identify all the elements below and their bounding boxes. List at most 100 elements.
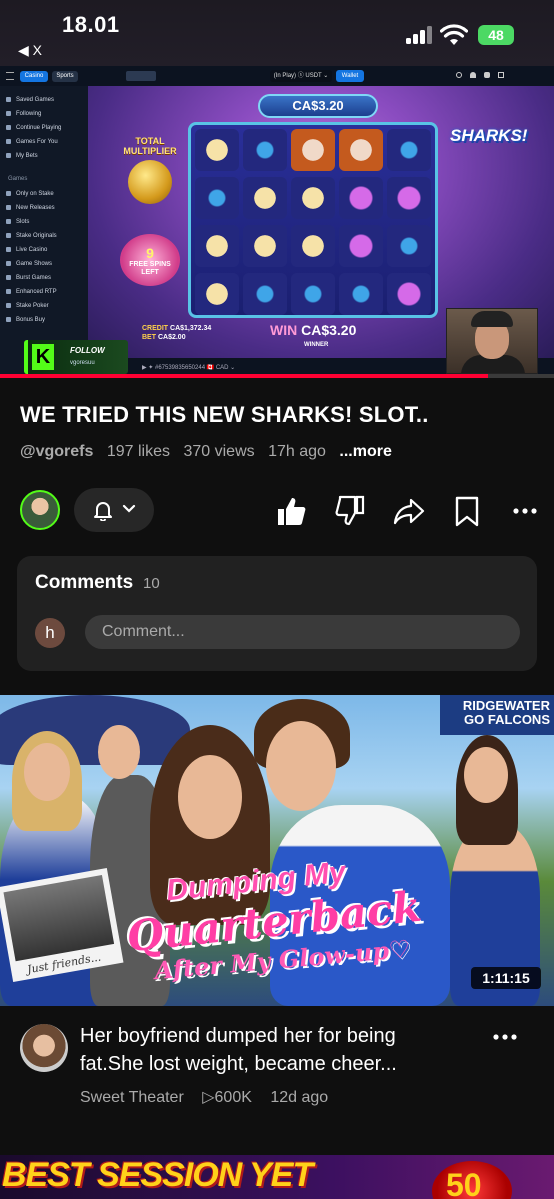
share-icon[interactable] [392, 494, 426, 528]
multiplier-coin-icon [128, 160, 172, 204]
comment-input[interactable]: Comment... [85, 615, 520, 649]
dislike-icon[interactable] [334, 494, 368, 528]
chat-icon [498, 72, 504, 78]
action-bar [0, 486, 554, 534]
sidebar-item: Only on Stake [6, 188, 54, 200]
polaroid-image [3, 874, 115, 962]
next-video-channel: Sweet Theater [80, 1089, 184, 1106]
menu-icon [6, 72, 14, 80]
like-count: 197 likes [106, 443, 171, 460]
sidebar-item: Game Shows [6, 258, 52, 270]
channel-avatar[interactable] [20, 1024, 68, 1072]
tab-sports: Sports [52, 71, 78, 82]
banner-text: BEST SESSION YET [2, 1156, 313, 1194]
shark-symbol [339, 129, 383, 171]
slot-reels [188, 122, 438, 318]
user-avatar: h [35, 618, 65, 648]
seahorse-symbol [243, 273, 287, 315]
bell-icon [484, 72, 490, 78]
search-icon [456, 72, 462, 78]
sidebar-item: Burst Games [6, 272, 51, 284]
video-player[interactable]: Casino Sports (In Play) ⓢ USDT ⌄ Wallet … [0, 66, 554, 378]
credit-value: CA$1,372.34 [170, 325, 212, 332]
pufferfish-symbol [243, 225, 287, 267]
save-icon[interactable] [450, 494, 484, 528]
win-label: WIN [270, 322, 298, 338]
total-multiplier: TOTAL MULTIPLIER [110, 128, 190, 208]
sidebar-item: My Bets [6, 150, 38, 162]
more-options-icon[interactable] [508, 494, 542, 528]
battery-icon: 48 [478, 25, 514, 45]
face-image [266, 721, 336, 811]
sidebar-item: New Releases [6, 202, 55, 214]
pufferfish-symbol [195, 129, 239, 171]
win-amount: WIN CA$3.20 [270, 322, 356, 338]
comments-title: Comments [35, 572, 134, 593]
more-options-icon[interactable] [492, 1030, 518, 1044]
video-duration: 1:11:15 [471, 967, 541, 989]
like-icon[interactable] [274, 494, 308, 528]
sidebar-item: Saved Games [6, 94, 54, 106]
next-video-title[interactable]: Her boyfriend dumped her for being fat.S… [80, 1022, 480, 1078]
win-value: CA$3.20 [301, 322, 357, 338]
sharks-game-logo: SHARKS! [450, 126, 528, 145]
view-count: 370 views [183, 443, 255, 460]
pufferfish-symbol [195, 273, 239, 315]
back-to-app-link[interactable]: ◀ X [18, 42, 42, 59]
pufferfish-symbol [291, 225, 335, 267]
sidebar-item: Live Casino [6, 244, 47, 256]
sidebar-section-title: Games [8, 176, 28, 182]
banner-coin-text: 50 [446, 1167, 482, 1199]
sidebar-item: Slots [6, 216, 29, 228]
comments-count: 10 [143, 575, 160, 592]
jellyfish-symbol [339, 177, 383, 219]
follow-username: vgoresuu [70, 360, 95, 366]
face-image [98, 725, 140, 779]
polaroid-photo: Just friends... [0, 868, 124, 982]
free-spins-label: FREE SPINS LEFT [129, 261, 171, 276]
clock: 18.01 [62, 12, 120, 37]
credit-bet-info: CREDIT CA$1,372.34 BET CA$2.00 [142, 324, 211, 342]
total-multiplier-label: TOTAL MULTIPLIER [123, 136, 177, 156]
casino-sidebar: Saved Games Following Continue Playing G… [0, 86, 88, 378]
seahorse-symbol [387, 129, 431, 171]
next-video-thumbnail-partial[interactable]: BEST SESSION YET 50 [0, 1155, 554, 1199]
sidebar-item: Enhanced RTP [6, 286, 57, 298]
seahorse-symbol [291, 273, 335, 315]
balance-select: (In Play) ⓢ USDT ⌄ [270, 70, 332, 82]
shark-symbol [291, 129, 335, 171]
seahorse-symbol [243, 129, 287, 171]
face-image [24, 743, 70, 801]
user-icon [470, 72, 476, 78]
bell-icon [94, 502, 112, 521]
comments-panel[interactable]: Comments 10 h Comment... [17, 556, 537, 671]
next-video-title-line1: Her boyfriend dumped her for being [80, 1025, 396, 1047]
jellyfish-symbol [387, 177, 431, 219]
seahorse-symbol [339, 273, 383, 315]
topbar-icons [456, 72, 516, 80]
follow-label: FOLLOW [70, 346, 105, 355]
next-video-title-line2: fat.She lost weight, became cheer... [80, 1053, 397, 1075]
pufferfish-symbol [243, 177, 287, 219]
face-image [178, 755, 242, 839]
tab-casino: Casino [20, 71, 48, 82]
video-meta: @vgorefs 197 likes 370 views 17h ago ...… [20, 443, 401, 461]
pufferfish-symbol [195, 225, 239, 267]
sidebar-item: Stake Poker [6, 300, 49, 312]
face-image [464, 747, 508, 803]
banner-coin-image: 50 [432, 1161, 512, 1199]
next-video-thumbnail[interactable]: RIDGEWATER GO FALCONS Just friends... Du… [0, 695, 554, 1006]
casino-topbar: Casino Sports (In Play) ⓢ USDT ⌄ Wallet [0, 66, 554, 86]
free-spins-badge: 9 FREE SPINS LEFT [120, 234, 180, 286]
channel-handle[interactable]: @vgorefs [20, 443, 93, 460]
video-progress-bar[interactable] [0, 374, 554, 378]
bet-label: BET [142, 334, 156, 341]
seahorse-symbol [387, 225, 431, 267]
seahorse-symbol [195, 177, 239, 219]
sidebar-item: Games For You [6, 136, 58, 148]
next-video-views: ▷600K [202, 1089, 252, 1106]
streamer-webcam [446, 308, 538, 374]
more-link[interactable]: ...more [339, 443, 391, 460]
channel-avatar[interactable] [20, 490, 60, 530]
subscribe-notification-button[interactable] [74, 488, 154, 532]
